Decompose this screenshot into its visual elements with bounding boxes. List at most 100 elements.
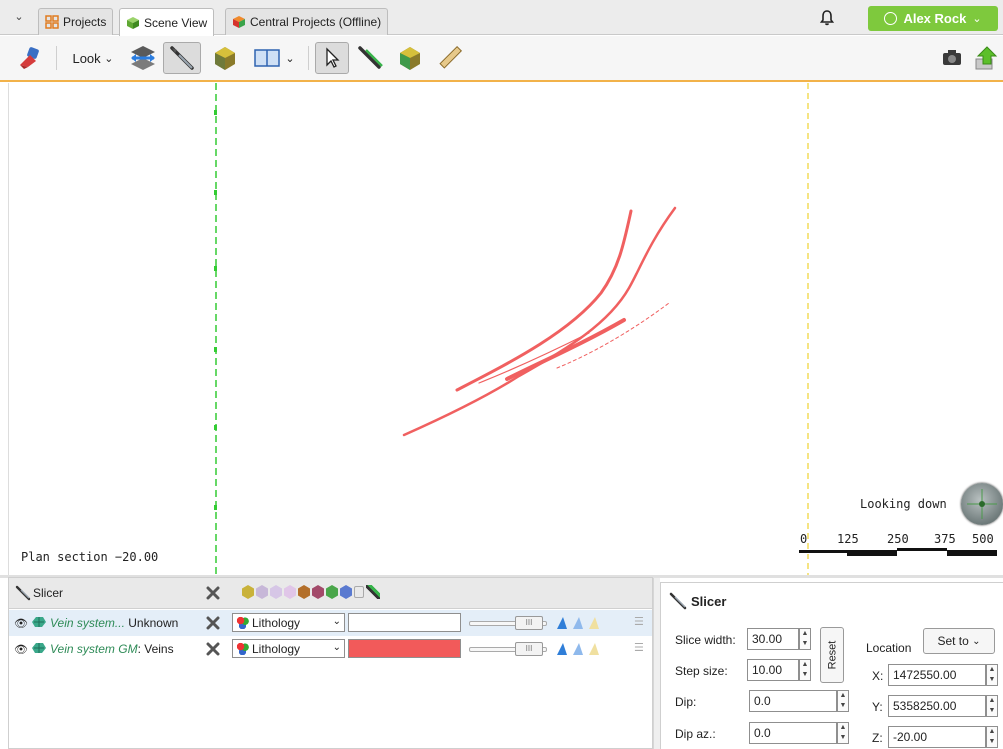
screenshot-camera-button[interactable] bbox=[938, 42, 966, 74]
tabs-menu-chevron-icon[interactable]: ⌄ bbox=[12, 10, 26, 24]
step-size-input[interactable]: 10.00 bbox=[747, 659, 799, 681]
scene-view-3d[interactable]: Plan section −20.00 Looking down 0 125 2… bbox=[8, 83, 1003, 575]
measure-ruler-button[interactable] bbox=[433, 42, 467, 74]
gem-yellow-icon[interactable] bbox=[242, 585, 254, 599]
visibility-eye-icon[interactable]: 👁 bbox=[14, 643, 28, 656]
list-item-vein-unknown[interactable]: 👁 Vein system... Unknown Lithology ⌄ III bbox=[9, 610, 652, 636]
slider-thumb[interactable]: III bbox=[515, 642, 543, 656]
colouring-label: Lithology bbox=[252, 615, 301, 630]
slicer-marker bbox=[214, 190, 217, 195]
gem-blue-icon[interactable] bbox=[340, 585, 352, 599]
tab-label: Scene View bbox=[144, 15, 208, 30]
chevron-down-icon: ⌄ bbox=[285, 52, 295, 65]
tab-bar: ⌄ Projects Scene View Central Projects (… bbox=[0, 0, 1003, 36]
split-panel-icon bbox=[254, 49, 281, 67]
look-label: Look bbox=[72, 50, 101, 66]
upload-arrow-icon bbox=[975, 46, 998, 70]
tab-central-projects[interactable]: Central Projects (Offline) bbox=[225, 8, 389, 35]
y-location-stepper[interactable]: ▲ ▼ bbox=[986, 695, 998, 717]
remove-x-icon[interactable] bbox=[206, 616, 220, 630]
dip-azimuth-input[interactable]: 0.0 bbox=[749, 722, 837, 744]
dip-azimuth-stepper[interactable]: ▲ ▼ bbox=[837, 722, 849, 744]
draw-slicer-button[interactable] bbox=[353, 42, 387, 74]
slicer-knife-icon bbox=[170, 46, 194, 70]
gem-multi-icon[interactable] bbox=[312, 585, 324, 599]
y-label: Y: bbox=[872, 700, 883, 714]
colouring-dropdown[interactable]: Lithology ⌄ bbox=[232, 613, 345, 632]
shown-objects-panel: Slicer 👁 Vein system... Unknown Litholog… bbox=[8, 577, 653, 749]
x-location-input[interactable]: 1472550.00 bbox=[888, 664, 986, 686]
color-swatch[interactable] bbox=[348, 639, 461, 658]
publish-upload-button[interactable] bbox=[972, 42, 1000, 74]
gem-multi-icon[interactable] bbox=[298, 585, 310, 599]
tab-projects[interactable]: Projects bbox=[38, 8, 114, 35]
slicer-green-icon[interactable] bbox=[366, 585, 380, 599]
z-location-stepper[interactable]: ▲ ▼ bbox=[986, 726, 998, 748]
look-dropdown[interactable]: Look ⌄ bbox=[66, 42, 120, 74]
vein-mesh-icon bbox=[32, 617, 46, 627]
transparency-slider[interactable]: III bbox=[469, 639, 547, 659]
gem-green-icon[interactable] bbox=[326, 585, 338, 599]
chevron-down-icon: ⌄ bbox=[332, 642, 341, 653]
dip-azimuth-label: Dip az.: bbox=[675, 727, 716, 741]
slider-thumb[interactable]: III bbox=[515, 616, 543, 630]
slicer-tool-button[interactable] bbox=[163, 42, 201, 74]
properties-list-icon[interactable]: ☰ bbox=[634, 615, 644, 628]
dip-input[interactable]: 0.0 bbox=[749, 690, 837, 712]
vein-trace bbox=[505, 318, 626, 381]
x-location-stepper[interactable]: ▲ ▼ bbox=[986, 664, 998, 686]
slice-width-input[interactable]: 30.00 bbox=[747, 628, 799, 650]
scale-tick-label: 250 bbox=[887, 532, 909, 546]
remove-all-x-icon[interactable] bbox=[206, 586, 220, 600]
transparency-slider[interactable]: III bbox=[469, 613, 547, 633]
vein-system-traces bbox=[402, 206, 677, 437]
swap-view-button[interactable] bbox=[126, 42, 160, 74]
x-label: X: bbox=[872, 669, 884, 683]
orientation-compass-icon[interactable] bbox=[961, 483, 1003, 525]
chevron-down-icon: ⌄ bbox=[972, 13, 982, 25]
tab-label: Projects bbox=[63, 15, 107, 29]
gem-faded-icon[interactable] bbox=[270, 585, 282, 599]
view-layout-dropdown[interactable]: ⌄ bbox=[246, 42, 302, 74]
central-cube-icon bbox=[233, 16, 245, 28]
tab-scene-view[interactable]: Scene View bbox=[119, 8, 215, 36]
vein-mesh-icon bbox=[32, 643, 46, 653]
colouring-dropdown[interactable]: Lithology ⌄ bbox=[232, 639, 345, 658]
render-mode-icons[interactable] bbox=[555, 641, 603, 657]
object-suffix: : Veins bbox=[137, 642, 174, 656]
list-item-vein-gm[interactable]: 👁 Vein system GM: Veins Lithology ⌄ III bbox=[9, 636, 652, 662]
slicer-marker bbox=[214, 347, 217, 352]
location-label: Location bbox=[866, 641, 912, 655]
vertical-splitter[interactable] bbox=[653, 578, 660, 749]
slice-width-stepper[interactable]: ▲ ▼ bbox=[799, 628, 811, 650]
z-location-input[interactable]: -20.00 bbox=[888, 726, 986, 748]
eraser-tool-button[interactable] bbox=[14, 42, 44, 74]
interval-select-button[interactable] bbox=[393, 42, 427, 74]
scale-tick-label: 375 bbox=[934, 532, 956, 546]
render-mode-icons[interactable] bbox=[555, 615, 603, 631]
remove-x-icon[interactable] bbox=[206, 642, 220, 656]
y-location-input[interactable]: 5358250.00 bbox=[888, 695, 986, 717]
notification-bell-icon[interactable] bbox=[818, 9, 836, 27]
user-account-button[interactable]: Alex Rock ⌄ bbox=[868, 6, 998, 31]
dip-stepper[interactable]: ▲ ▼ bbox=[837, 690, 849, 712]
model-box-button[interactable] bbox=[208, 42, 242, 74]
set-to-dropdown[interactable]: Set to ⌄ bbox=[923, 628, 995, 654]
step-size-label: Step size: bbox=[675, 664, 728, 678]
lithology-icon bbox=[236, 642, 249, 655]
slice-width-label: Slice width: bbox=[675, 633, 736, 647]
step-size-stepper[interactable]: ▲ ▼ bbox=[799, 659, 811, 681]
scene-canvas[interactable] bbox=[9, 83, 1003, 575]
color-swatch[interactable] bbox=[348, 613, 461, 632]
properties-list-icon[interactable]: ☰ bbox=[634, 641, 644, 654]
user-icon bbox=[884, 12, 898, 25]
visibility-eye-icon[interactable]: 👁 bbox=[14, 617, 28, 630]
object-name: Vein system... bbox=[50, 616, 125, 630]
reset-button[interactable]: Reset bbox=[820, 627, 844, 683]
set-to-label: Set to bbox=[937, 634, 969, 648]
gem-faded-icon[interactable] bbox=[256, 585, 268, 599]
lock-icon[interactable] bbox=[354, 586, 364, 598]
object-suffix: Unknown bbox=[124, 616, 179, 630]
gem-faded-icon[interactable] bbox=[284, 585, 296, 599]
select-pointer-button[interactable] bbox=[315, 42, 349, 74]
